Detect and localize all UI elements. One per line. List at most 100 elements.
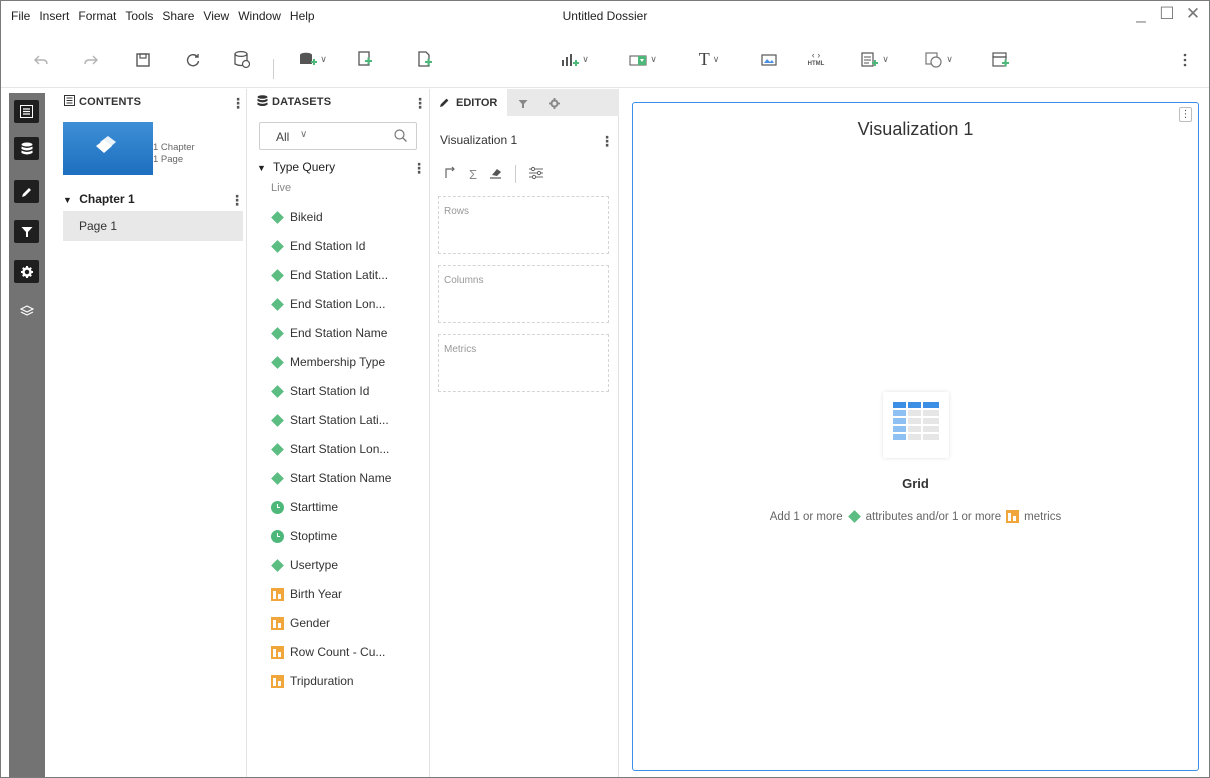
minimize-button[interactable]: _ xyxy=(1133,4,1149,24)
dataset-object-label: End Station Name xyxy=(290,326,388,340)
new-page-icon[interactable] xyxy=(413,31,437,88)
tab-editor-label: EDITOR xyxy=(456,97,498,109)
dataset-object-label: Start Station Name xyxy=(290,471,392,485)
tab-filter[interactable] xyxy=(518,96,528,114)
menu-help[interactable]: Help xyxy=(290,9,315,23)
grid-icon[interactable] xyxy=(883,392,949,458)
attribute-icon xyxy=(271,356,284,369)
datasets-toggle-icon[interactable] xyxy=(14,137,39,160)
dataset-object-label: End Station Lon... xyxy=(290,297,386,311)
insert-panel-icon[interactable]: ∨ xyxy=(855,31,895,88)
dataset-object-label: Row Count - Cu... xyxy=(290,645,386,659)
close-button[interactable]: ✕ xyxy=(1185,4,1201,24)
dataset-object-time[interactable]: Stoptime xyxy=(271,526,337,546)
undo-icon[interactable] xyxy=(29,31,53,88)
dataset-object-attribute[interactable]: End Station Latit... xyxy=(271,265,388,285)
metric-icon xyxy=(1006,510,1020,523)
dataset-object-time[interactable]: Starttime xyxy=(271,497,338,517)
page-name: Page 1 xyxy=(79,219,118,233)
datasets-menu-icon[interactable]: ⋮ xyxy=(413,96,427,110)
grid-label: Grid xyxy=(902,476,929,491)
contents-menu-icon[interactable]: ⋮ xyxy=(231,96,245,110)
dataset-object-label: Start Station Lon... xyxy=(290,442,390,456)
menu-window[interactable]: Window xyxy=(238,9,281,23)
add-data-icon[interactable]: ∨ xyxy=(293,31,333,88)
sum-icon[interactable]: Σ xyxy=(469,167,477,182)
tab-format[interactable] xyxy=(549,96,560,114)
refresh-icon[interactable] xyxy=(181,31,205,88)
dataset-object-metric[interactable]: Gender xyxy=(271,613,330,633)
collapse-icon[interactable]: ▼ xyxy=(63,195,72,205)
rows-drop-zone[interactable]: Rows xyxy=(438,196,609,254)
save-icon[interactable] xyxy=(131,31,155,88)
hint-metrics: metrics xyxy=(1024,510,1062,523)
new-container-icon[interactable] xyxy=(989,31,1013,88)
sidebar-rail xyxy=(9,93,45,777)
visualization-menu-icon[interactable]: ⋮ xyxy=(600,134,614,148)
columns-label: Columns xyxy=(444,275,484,286)
visualization-options-icon[interactable]: ⋮ xyxy=(1179,107,1192,122)
html-icon[interactable]: ‹ › HTML xyxy=(803,31,829,88)
filter-value: All xyxy=(276,130,290,144)
text-icon[interactable]: T ∨ xyxy=(689,31,729,88)
dataset-object-attribute[interactable]: End Station Name xyxy=(271,323,387,343)
menu-share[interactable]: Share xyxy=(162,9,194,23)
dataset-menu-icon[interactable]: ⋮ xyxy=(412,161,426,175)
dataset-row[interactable]: ▼ Type Query xyxy=(257,160,335,174)
menu-file[interactable]: File xyxy=(11,9,30,23)
collapse-icon[interactable]: ▼ xyxy=(257,163,266,173)
page-row[interactable]: Page 1 xyxy=(63,211,243,241)
shape-icon[interactable]: ∨ xyxy=(919,31,959,88)
menu-tools[interactable]: Tools xyxy=(125,9,153,23)
layers-icon[interactable] xyxy=(14,299,39,322)
data-source-icon[interactable] xyxy=(230,31,254,88)
image-icon[interactable] xyxy=(757,31,781,88)
insert-filter-icon[interactable]: ∨ xyxy=(623,31,663,88)
contents-toggle-icon[interactable] xyxy=(14,100,39,123)
swap-axes-icon[interactable] xyxy=(444,166,457,182)
metric-icon xyxy=(271,674,284,688)
dataset-object-attribute[interactable]: Start Station Lon... xyxy=(271,439,389,459)
menu-insert[interactable]: Insert xyxy=(39,9,69,23)
dataset-object-attribute[interactable]: Start Station Name xyxy=(271,468,391,488)
dataset-object-attribute[interactable]: End Station Lon... xyxy=(271,294,385,314)
datasets-title: DATASETS xyxy=(272,96,332,108)
dataset-object-attribute[interactable]: Usertype xyxy=(271,555,338,575)
format-toggle-icon[interactable] xyxy=(14,260,39,283)
menu-view[interactable]: View xyxy=(203,9,229,23)
dataset-object-label: Stoptime xyxy=(290,529,338,543)
pencil-icon xyxy=(439,97,450,111)
visualization-container[interactable]: Visualization 1 ⋮ Grid Add 1 or more att… xyxy=(632,102,1199,771)
dataset-object-metric[interactable]: Tripduration xyxy=(271,671,354,691)
maximize-button[interactable]: ☐ xyxy=(1159,4,1175,24)
editor-toggle-icon[interactable] xyxy=(14,180,39,203)
search-icon[interactable] xyxy=(394,129,407,145)
metrics-label: Metrics xyxy=(444,344,477,355)
columns-drop-zone[interactable]: Columns xyxy=(438,265,609,323)
menu-format[interactable]: Format xyxy=(78,9,116,23)
dataset-object-metric[interactable]: Birth Year xyxy=(271,584,342,604)
chapter-menu-icon[interactable]: ⋮ xyxy=(230,193,244,207)
more-icon[interactable] xyxy=(1177,31,1193,88)
visualization-title[interactable]: Visualization 1 xyxy=(633,119,1198,140)
dataset-object-attribute[interactable]: Bikeid xyxy=(271,207,323,227)
duplicate-icon[interactable] xyxy=(353,31,377,88)
chapter-row[interactable]: ▼ Chapter 1 xyxy=(63,192,135,206)
dataset-object-attribute[interactable]: End Station Id xyxy=(271,236,365,256)
redo-icon[interactable] xyxy=(79,31,103,88)
dataset-object-attribute[interactable]: Start Station Lati... xyxy=(271,410,389,430)
insert-visualization-icon[interactable]: ∨ xyxy=(555,31,595,88)
dataset-object-metric[interactable]: Row Count - Cu... xyxy=(271,642,385,662)
tab-editor[interactable]: EDITOR xyxy=(430,89,507,116)
chapter-count: 1 Chapter xyxy=(153,142,195,153)
metrics-drop-zone[interactable]: Metrics xyxy=(438,334,609,392)
dataset-filter-dropdown[interactable]: All ∨ xyxy=(259,122,417,150)
page-thumbnail[interactable] xyxy=(63,122,153,175)
eraser-icon[interactable] xyxy=(489,166,503,182)
contents-panel: CONTENTS ⋮ 1 Chapter 1 Page ▼ Chapter 1 … xyxy=(45,89,247,777)
dataset-object-attribute[interactable]: Start Station Id xyxy=(271,381,369,401)
dataset-object-attribute[interactable]: Membership Type xyxy=(271,352,385,372)
properties-icon[interactable] xyxy=(528,166,544,183)
filter-toggle-icon[interactable] xyxy=(14,220,39,243)
attribute-icon xyxy=(271,385,284,398)
